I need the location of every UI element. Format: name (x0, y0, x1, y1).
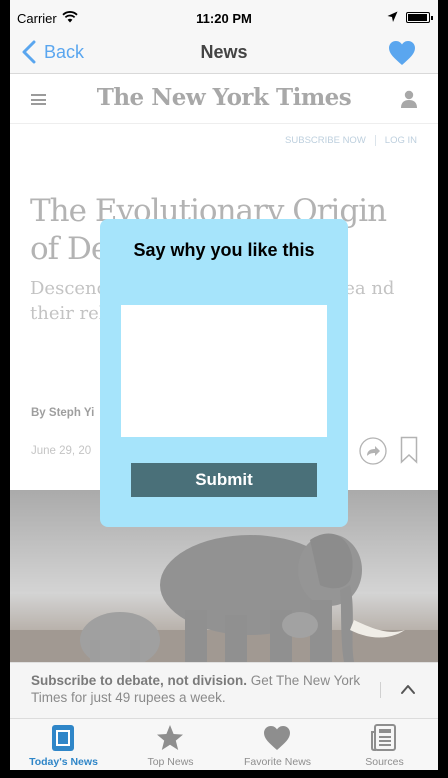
status-time: 11:20 PM (196, 11, 252, 26)
news-icon (52, 725, 74, 751)
navigation-bar: Back News (10, 36, 438, 74)
favorite-heart-icon[interactable] (388, 40, 416, 66)
banner-text[interactable]: Subscribe to debate, not division. Get T… (31, 672, 361, 706)
star-icon (157, 725, 183, 750)
tab-sources[interactable]: Sources (331, 719, 438, 770)
heart-icon (264, 726, 290, 750)
tab-favorite-news[interactable]: Favorite News (224, 719, 331, 770)
tab-label: Favorite News (243, 756, 312, 768)
tab-label: Top News (147, 756, 194, 768)
tab-label: Sources (365, 756, 404, 768)
dialog-title: Say why you like this (133, 240, 315, 260)
nav-title: News (200, 42, 248, 62)
tab-label: Today's News (29, 756, 98, 768)
tab-bar: Today's News Top News Favorite News Sour… (10, 718, 438, 770)
subscribe-banner: Subscribe to debate, not division. Get T… (10, 662, 438, 718)
reason-textarea[interactable] (121, 305, 327, 437)
feedback-dialog: Say why you like this Submit (100, 219, 348, 527)
newspaper-icon (371, 724, 396, 751)
location-arrow-icon (387, 11, 398, 22)
tab-todays-news[interactable]: Today's News (10, 719, 117, 770)
submit-button[interactable]: Submit (131, 463, 317, 497)
banner-divider (380, 682, 381, 698)
chevron-up-icon[interactable] (400, 683, 416, 695)
battery-icon (406, 12, 433, 23)
status-bar: Carrier 11:20 PM (10, 0, 438, 36)
tab-top-news[interactable]: Top News (117, 719, 224, 770)
device-screen: Carrier 11:20 PM Back News The New York … (10, 0, 438, 770)
banner-bold-text: Subscribe to debate, not division. (31, 673, 248, 688)
